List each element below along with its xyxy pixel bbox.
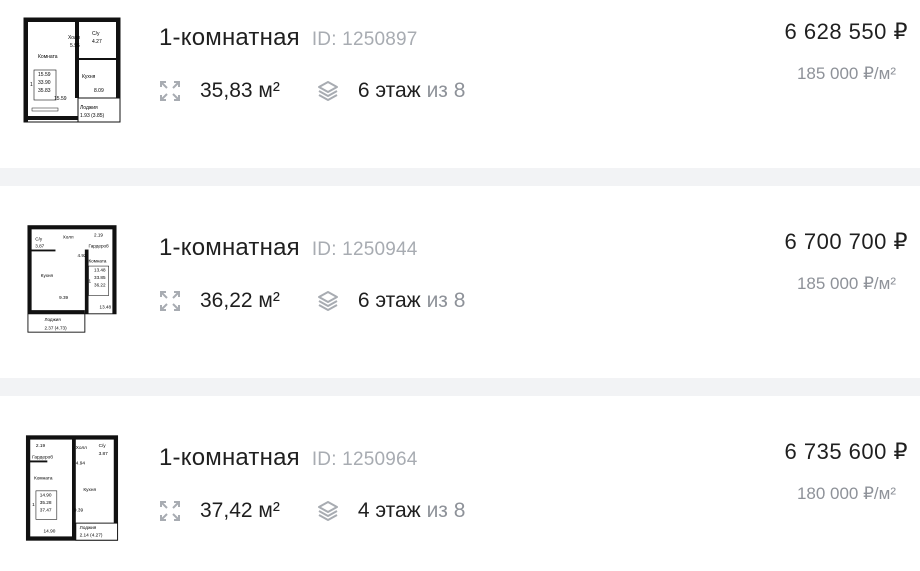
listing-id: ID: 1250944 [311, 239, 418, 260]
plan-room-number: 1 [89, 279, 92, 284]
plan-kitchen-area: 8.09 [94, 88, 104, 94]
floor-value: 4 этаж [357, 499, 421, 522]
layers-icon [316, 79, 340, 103]
plan-room-number: 1 [30, 82, 33, 88]
listing-meta: 35,83 м² 6 этаж из 8 [158, 78, 465, 104]
plan-room-b: 33.90 [38, 80, 51, 86]
floor-value: 6 этаж [357, 289, 421, 312]
plan-room-side: 14.90 [44, 529, 56, 535]
price: 6 628 550 ₽ [784, 19, 908, 44]
plan-bath-area: 3.87 [99, 451, 109, 457]
floor-plan-3: 2.19 Гардероб Холл 4.94 С/у 3.87 Комната… [25, 435, 119, 541]
plan-loggia-area: 2.37 (4.73) [44, 325, 67, 330]
plan-bath-label: С/у [92, 31, 100, 37]
plan-wardrobe-area: 2.19 [94, 233, 103, 238]
area-value: 35,83 м² [200, 79, 280, 102]
plan-kitchen-label: Кухня [83, 487, 96, 493]
plan-bath-area: 4.27 [92, 39, 102, 45]
plan-room-label: Комната [34, 475, 53, 481]
plan-room-c: 37.47 [40, 508, 52, 514]
plan-room-a: 15.59 [38, 72, 51, 78]
expand-arrows-icon [158, 289, 182, 313]
plan-wardrobe-label: Гардероб [89, 244, 110, 249]
plan-room-side: 15.59 [54, 96, 67, 102]
plan-room-number: 1 [32, 502, 35, 508]
plan-hall-label: Холл [76, 445, 87, 451]
plan-room-a: 13.48 [94, 268, 106, 273]
plan-kitchen-label: Кухня [82, 74, 96, 80]
price-per-m2: 180 000 ₽/м² [796, 484, 896, 503]
listing-title[interactable]: 1-комнатная ID: 1250964 [159, 444, 418, 472]
floor-value: 6 этаж [357, 79, 421, 102]
separator [0, 168, 920, 186]
layers-icon [316, 499, 340, 523]
plan-loggia-label: Лоджия [44, 317, 61, 322]
plan-loggia-area: 1.93 (3.85) [80, 113, 105, 119]
plan-room-label: Комната [38, 54, 58, 60]
plan-kitchen-area: 9.39 [59, 295, 68, 300]
plan-room-a: 14.90 [40, 493, 52, 499]
listing-card-1[interactable]: Холл 5.95 С/у 4.27 Комната 1 15.59 33.90… [0, 0, 920, 168]
plan-hall-area: 4.92 [78, 253, 87, 258]
plan-bath-label: С/у [99, 443, 107, 449]
expand-arrows-icon [158, 499, 182, 523]
area-value: 37,42 м² [200, 499, 280, 522]
separator [0, 378, 920, 396]
plan-hall-label: Холл [63, 235, 74, 240]
plan-wardrobe-label: Гардероб [32, 455, 53, 461]
plan-room-label: Комната [89, 258, 107, 263]
plan-room-c: 35.83 [38, 88, 51, 94]
plan-hall-area: 5.95 [70, 43, 80, 49]
plan-kitchen-area: 9.39 [74, 508, 84, 514]
plan-loggia-area: 2.14 (4.27) [80, 532, 103, 538]
room-count: 1-комнатная [159, 234, 300, 261]
price-per-m2: 185 000 ₽/м² [796, 274, 896, 293]
listing-card-3[interactable]: 2.19 Гардероб Холл 4.94 С/у 3.87 Комната… [0, 396, 920, 571]
listing-title[interactable]: 1-комнатная ID: 1250944 [159, 234, 418, 262]
plan-hall-label: Холл [68, 35, 80, 41]
plan-room-c: 36.22 [94, 282, 106, 287]
floor-total: из 8 [426, 499, 466, 522]
plan-room-side: 13.48 [100, 304, 112, 309]
listing-meta: 36,22 м² 6 этаж из 8 [158, 288, 465, 314]
listing-id: ID: 1250964 [311, 449, 418, 470]
floor-total: из 8 [426, 79, 466, 102]
expand-arrows-icon [158, 79, 182, 103]
plan-kitchen-label: Кухня [41, 273, 54, 278]
price: 6 700 700 ₽ [784, 229, 908, 254]
plan-loggia-label: Лоджия [80, 105, 98, 111]
plan-room-b: 33.85 [94, 275, 106, 280]
price: 6 735 600 ₽ [784, 439, 908, 464]
listing-id: ID: 1250897 [311, 29, 418, 50]
listing-card-2[interactable]: С/у 3.87 Холл 4.92 2.19 Гардероб Комната… [0, 186, 920, 378]
layers-icon [316, 289, 340, 313]
floor-plan-2: С/у 3.87 Холл 4.92 2.19 Гардероб Комната… [27, 225, 117, 333]
room-count: 1-комнатная [159, 24, 300, 51]
plan-loggia-label: Лоджия [80, 525, 97, 531]
floor-plan-1: Холл 5.95 С/у 4.27 Комната 1 15.59 33.90… [23, 17, 121, 123]
room-count: 1-комнатная [159, 444, 300, 471]
listing-title[interactable]: 1-комнатная ID: 1250897 [159, 24, 418, 52]
area-value: 36,22 м² [200, 289, 280, 312]
plan-bath-area: 3.87 [35, 244, 44, 249]
listing-meta: 37,42 м² 4 этаж из 8 [158, 498, 465, 524]
plan-wardrobe-area: 2.19 [36, 443, 46, 449]
plan-bath-label: С/у [35, 236, 43, 241]
price-per-m2: 185 000 ₽/м² [796, 64, 896, 83]
plan-room-b: 35.28 [40, 500, 52, 506]
floor-total: из 8 [426, 289, 466, 312]
plan-hall-area: 4.94 [76, 460, 86, 466]
